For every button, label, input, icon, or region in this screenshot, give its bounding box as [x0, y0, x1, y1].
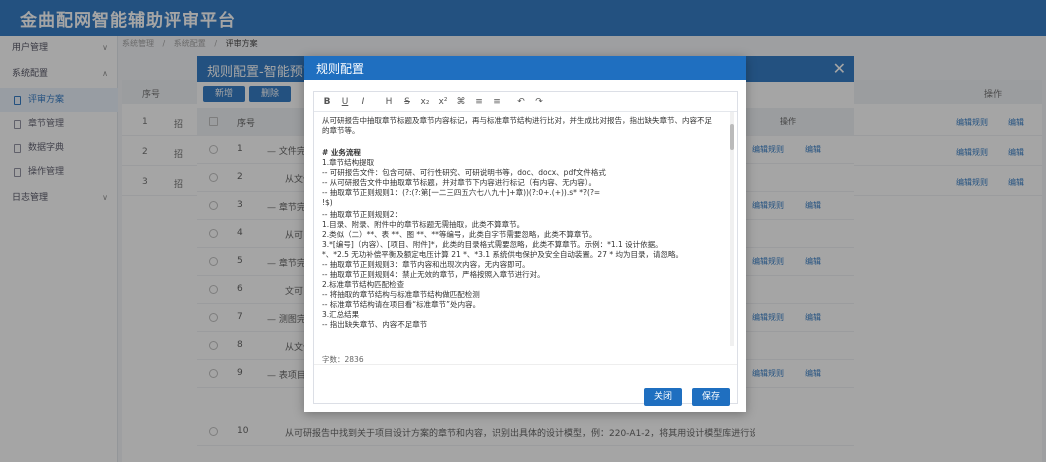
rich-text-editor[interactable]: B U I H S x₂ x² ⌘ ≡ ≡ ↶ ↷ 从可研报告中抽取章节标题及章… [313, 91, 738, 404]
heading-icon[interactable]: H [382, 95, 396, 109]
undo-icon[interactable]: ↶ [514, 95, 528, 109]
strikethrough-icon[interactable]: S [400, 95, 414, 109]
content-line: -- 将抽取的章节结构与标准章节结构做匹配检测 [322, 290, 480, 299]
redo-icon[interactable]: ↷ [532, 95, 546, 109]
editor-scrollbar[interactable] [730, 112, 734, 346]
modal-title: 规则配置 [316, 62, 365, 76]
superscript-icon[interactable]: x² [436, 95, 450, 109]
content-line: -- 从可研报告文件中抽取章节标题，并对章节下内容进行标记（有内容、无内容）。 [322, 178, 597, 187]
scrollbar-thumb[interactable] [730, 124, 734, 150]
content-heading: # 业务流程 [322, 148, 361, 157]
bold-icon[interactable]: B [320, 95, 334, 109]
modal-header: 规则配置 [304, 56, 746, 80]
content-line: 2.标准章节结构匹配检查 [322, 280, 405, 289]
save-button[interactable]: 保存 [692, 388, 731, 406]
content-line: -- 标准章节结构请在项目看“标准章节”处内容。 [322, 300, 481, 309]
content-line: 2.类似（二）**、表 **、图 **、**等编号，此类自字节需要忽略，此类不算… [322, 230, 597, 239]
content-line: 的章节等。 [322, 126, 360, 135]
italic-icon[interactable]: I [356, 95, 370, 109]
content-line: -- 抽取章节正则规则4：禁止无效的章节，严格按照入章节进行对。 [322, 270, 545, 279]
content-line: !$) [322, 198, 333, 207]
link-icon[interactable]: ⌘ [454, 95, 468, 109]
content-line: -- 可研报告文件：包含可研、可行性研究、可研说明书等，doc、docx、pdf… [322, 168, 606, 177]
content-line: 1.目录、附录、附件中的章节标题无需抽取，此类不算章节。 [322, 220, 525, 229]
content-line: -- 抽取章节正则规则1：(?:(?:第[一二三四五六七八九十]+章))(?:0… [322, 188, 601, 197]
subscript-icon[interactable]: x₂ [418, 95, 432, 109]
content-line: *、*2.5 无功补偿平衡及额定电压计算 21 *、*3.1 系统供电保护及安全… [322, 250, 683, 259]
editor-content[interactable]: 从可研报告中抽取章节标题及章节内容标记，再与标准章节结构进行比对，并生成比对报告… [314, 112, 737, 352]
content-line: 3.*[编号]（内容）、[项目、附件]*，此类的目录格式需要忽略，此类不算章节。… [322, 240, 663, 249]
editor-toolbar: B U I H S x₂ x² ⌘ ≡ ≡ ↶ ↷ [314, 92, 737, 112]
content-line: -- 抽取章节正则规则2： [322, 210, 403, 219]
content-line: 从可研报告中抽取章节标题及章节内容标记，再与标准章节结构进行比对，并生成比对报告… [322, 116, 712, 125]
ordered-list-icon[interactable]: ≡ [472, 95, 486, 109]
underline-icon[interactable]: U [338, 95, 352, 109]
divider [314, 364, 737, 365]
rule-config-modal: 规则配置 B U I H S x₂ x² ⌘ ≡ ≡ ↶ ↷ 从可研报告中抽取章… [304, 56, 746, 412]
close-button[interactable]: 关闭 [644, 388, 683, 406]
unordered-list-icon[interactable]: ≡ [490, 95, 504, 109]
content-line: -- 抽取章节正则规则3：章节内容和出现次内容，无内容即可。 [322, 260, 530, 269]
content-line: 1.章节结构提取 [322, 158, 375, 167]
content-line: -- 指出缺失章节、内容不足章节 [322, 320, 428, 329]
content-line: 3.汇总结果 [322, 310, 360, 319]
